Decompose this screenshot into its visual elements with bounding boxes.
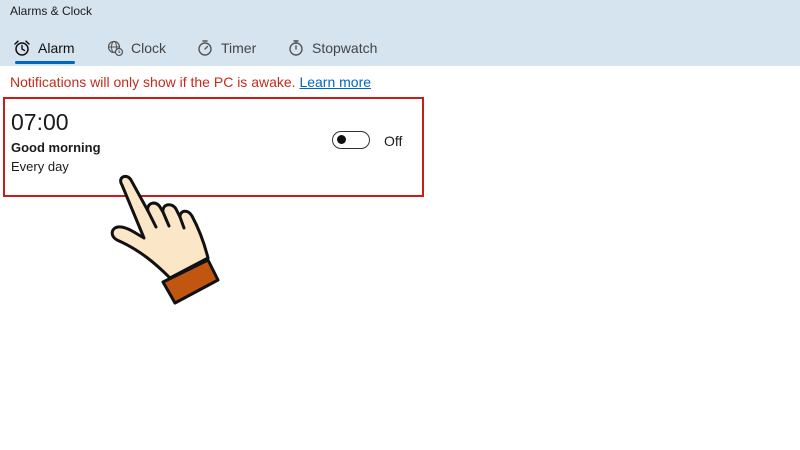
hand-pointer-icon <box>100 172 230 312</box>
tab-label: Alarm <box>38 40 75 56</box>
tab-label: Stopwatch <box>312 40 378 56</box>
alarm-name: Good morning <box>11 140 101 155</box>
tab-label: Clock <box>131 40 167 56</box>
tab-stopwatch[interactable]: Stopwatch <box>287 37 377 59</box>
tab-clock[interactable]: Clock <box>106 37 166 59</box>
learn-more-link[interactable]: Learn more <box>299 74 371 90</box>
toggle-state-label: Off <box>384 133 403 149</box>
stopwatch-icon <box>287 39 312 57</box>
alarm-toggle[interactable] <box>332 131 370 149</box>
tab-timer[interactable]: Timer <box>196 37 256 59</box>
tab-alarm[interactable]: Alarm <box>13 37 75 59</box>
timer-icon <box>196 39 221 57</box>
alarm-time: 07:00 <box>11 109 69 135</box>
alarm-clock-icon <box>13 39 38 57</box>
notification-warning: Notifications will only show if the PC i… <box>10 74 371 90</box>
window-title: Alarms & Clock <box>10 4 93 18</box>
globe-clock-icon <box>106 39 131 57</box>
app-header: Alarms & Clock Alarm Clock Timer Stopwat… <box>0 0 800 66</box>
notice-text: Notifications will only show if the PC i… <box>10 74 296 90</box>
active-tab-indicator <box>15 61 75 64</box>
tab-label: Timer <box>221 40 257 56</box>
toggle-knob <box>337 135 346 144</box>
alarm-repeat: Every day <box>11 159 69 174</box>
